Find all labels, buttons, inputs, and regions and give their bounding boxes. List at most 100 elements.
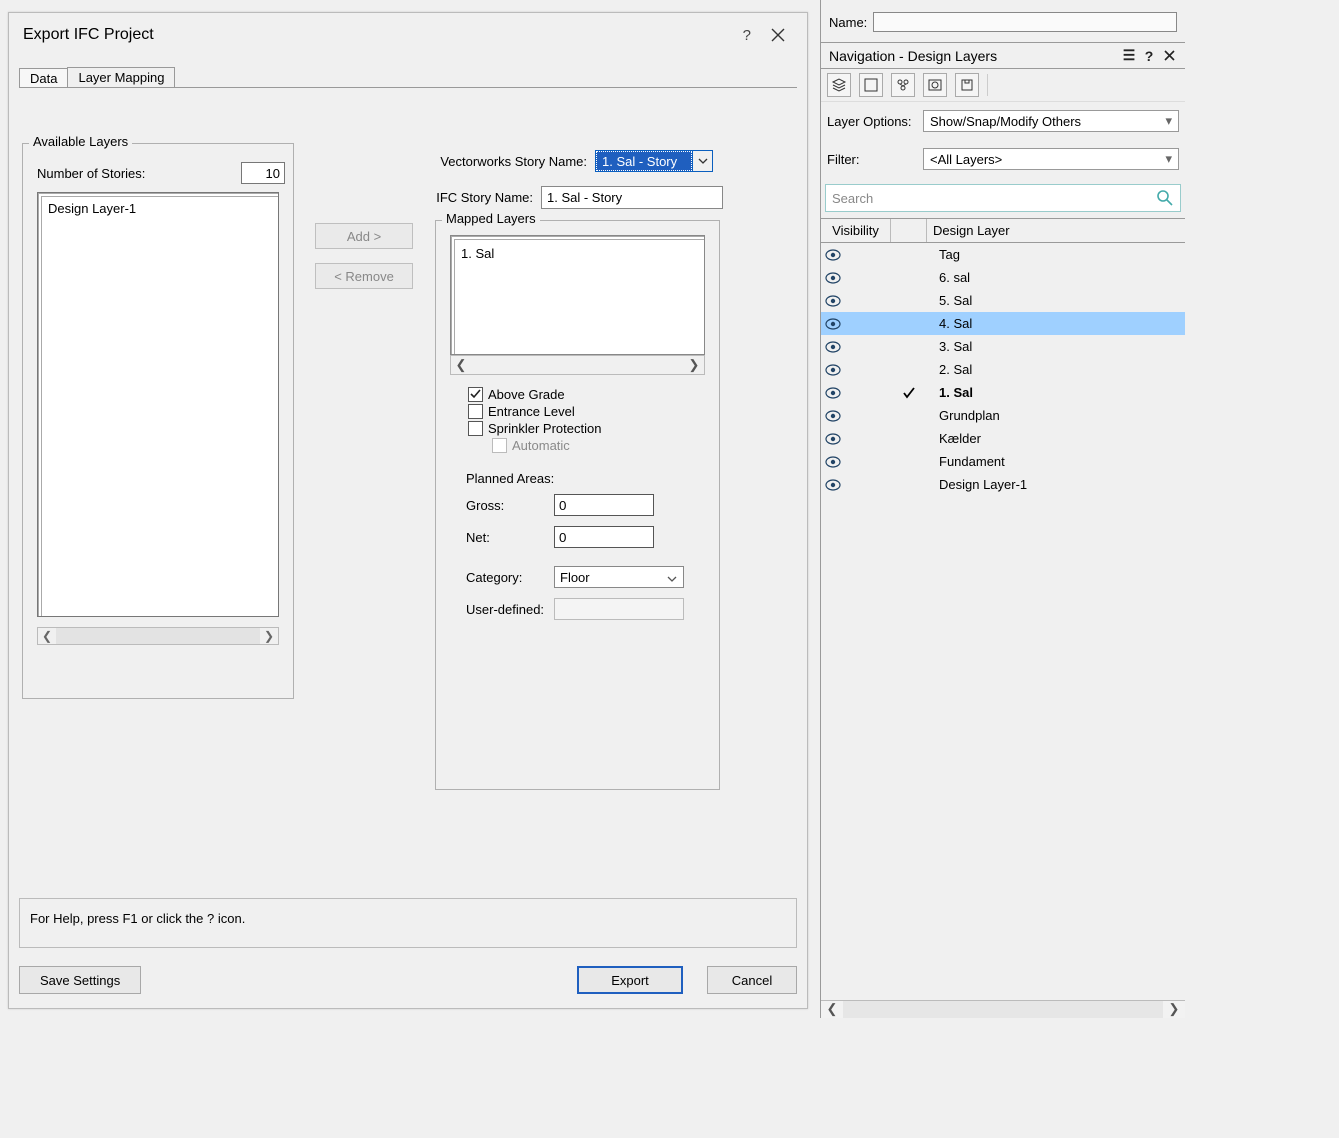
visibility-toggle[interactable]	[821, 433, 845, 445]
layer-rows: Tag 6. sal 5. Sal 4. Sal3. Sal2. Sal1. SalG…	[821, 243, 1185, 496]
table-row[interactable]: 6. sal	[821, 266, 1185, 289]
classes-icon[interactable]	[891, 73, 915, 97]
vw-story-name-value: 1. Sal - Story	[596, 151, 692, 171]
scroll-left-icon[interactable]: ❮	[38, 629, 56, 643]
scroll-right-icon[interactable]: ❯	[684, 357, 704, 373]
visibility-toggle[interactable]	[821, 456, 845, 468]
close-icon[interactable]	[1161, 48, 1177, 64]
dialog-title: Export IFC Project	[23, 26, 733, 44]
help-icon[interactable]: ?	[1141, 48, 1157, 64]
scroll-track[interactable]	[843, 1001, 1163, 1018]
navigation-palette-title: Navigation - Design Layers ☰ ?	[821, 43, 1185, 69]
tab-data[interactable]: Data	[19, 68, 68, 88]
visibility-toggle[interactable]	[821, 341, 845, 353]
mapped-layers-hscroll[interactable]: ❮ ❯	[450, 355, 705, 375]
palette-toolbar	[821, 69, 1185, 102]
sprinkler-protection-checkbox[interactable]	[468, 421, 483, 436]
palette-title-text: Navigation - Design Layers	[829, 48, 1117, 64]
filter-value: <All Layers>	[930, 152, 1002, 167]
entrance-level-checkbox[interactable]	[468, 404, 483, 419]
layer-name: Design Layer-1	[927, 477, 1185, 492]
col-design-layer[interactable]: Design Layer	[927, 219, 1185, 242]
vw-story-name-dropdown[interactable]: 1. Sal - Story	[595, 150, 713, 172]
list-item[interactable]: 1. Sal	[455, 240, 704, 267]
viewports-icon[interactable]	[923, 73, 947, 97]
scroll-left-icon[interactable]: ❮	[451, 357, 471, 373]
export-ifc-dialog: Export IFC Project ? Data Layer Mapping …	[8, 12, 808, 1009]
planned-areas-label: Planned Areas:	[466, 471, 719, 486]
vw-story-name-label: Vectorworks Story Name:	[419, 154, 587, 169]
layer-name: Kælder	[927, 431, 1185, 446]
available-layers-legend: Available Layers	[29, 134, 132, 149]
remove-button[interactable]: < Remove	[315, 263, 413, 289]
category-dropdown[interactable]: Floor	[554, 566, 684, 588]
add-button[interactable]: Add >	[315, 223, 413, 249]
table-row[interactable]: 5. Sal	[821, 289, 1185, 312]
scroll-right-icon[interactable]: ❯	[260, 629, 278, 643]
sheet-layers-icon[interactable]	[859, 73, 883, 97]
layer-name: 6. sal	[927, 270, 1185, 285]
number-of-stories-input[interactable]	[241, 162, 285, 184]
search-placeholder: Search	[832, 191, 873, 206]
available-layers-hscroll[interactable]: ❮ ❯	[37, 627, 279, 645]
above-grade-label: Above Grade	[488, 387, 565, 402]
layer-name: 5. Sal	[927, 293, 1185, 308]
search-input[interactable]: Search	[825, 184, 1181, 212]
tab-layer-mapping[interactable]: Layer Mapping	[67, 67, 175, 88]
name-input[interactable]	[873, 12, 1177, 32]
table-row[interactable]: 1. Sal	[821, 381, 1185, 404]
available-layers-list[interactable]: Design Layer-1	[37, 192, 279, 617]
chevron-down-icon[interactable]	[692, 151, 712, 171]
mapped-layers-legend: Mapped Layers	[442, 211, 540, 226]
panel-hscroll[interactable]: ❮ ❯	[821, 1000, 1185, 1018]
mapped-layers-list[interactable]: 1. Sal	[450, 235, 705, 355]
table-row[interactable]: 2. Sal	[821, 358, 1185, 381]
table-row[interactable]: Tag	[821, 243, 1185, 266]
net-input[interactable]	[554, 526, 654, 548]
close-icon[interactable]	[761, 22, 795, 48]
visibility-toggle[interactable]	[821, 364, 845, 376]
mapped-layers-group: Mapped Layers 1. Sal ❮ ❯ Above Grade Ent…	[435, 220, 720, 790]
dialog-help-button[interactable]: ?	[733, 21, 761, 50]
col-visibility[interactable]: Visibility	[821, 219, 891, 242]
scroll-right-icon[interactable]: ❯	[1163, 1001, 1185, 1018]
table-row[interactable]: Design Layer-1	[821, 473, 1185, 496]
above-grade-checkbox[interactable]	[468, 387, 483, 402]
saved-views-icon[interactable]	[955, 73, 979, 97]
layer-name: Fundament	[927, 454, 1185, 469]
table-row[interactable]: Kælder	[821, 427, 1185, 450]
visibility-toggle[interactable]	[821, 272, 845, 284]
visibility-toggle[interactable]	[821, 479, 845, 491]
filter-dropdown[interactable]: <All Layers> ▾	[923, 148, 1179, 170]
visibility-toggle[interactable]	[821, 249, 845, 261]
table-row[interactable]: 4. Sal	[821, 312, 1185, 335]
ifc-story-name-input[interactable]	[541, 186, 723, 209]
layer-options-label: Layer Options:	[827, 114, 923, 129]
dialog-footer: Save Settings Export Cancel	[19, 966, 797, 994]
table-row[interactable]: Fundament	[821, 450, 1185, 473]
category-label: Category:	[466, 570, 554, 585]
visibility-toggle[interactable]	[821, 410, 845, 422]
save-settings-button[interactable]: Save Settings	[19, 966, 141, 994]
active-indicator	[891, 387, 927, 399]
gross-label: Gross:	[466, 498, 554, 513]
menu-icon[interactable]: ☰	[1121, 47, 1137, 64]
table-row[interactable]: 3. Sal	[821, 335, 1185, 358]
visibility-toggle[interactable]	[821, 387, 845, 399]
list-item[interactable]: Design Layer-1	[42, 197, 278, 220]
layer-options-dropdown[interactable]: Show/Snap/Modify Others ▾	[923, 110, 1179, 132]
visibility-toggle[interactable]	[821, 318, 845, 330]
chevron-down-icon: ▾	[1165, 113, 1172, 129]
table-row[interactable]: Grundplan	[821, 404, 1185, 427]
gross-input[interactable]	[554, 494, 654, 516]
col-blank[interactable]	[891, 219, 927, 242]
visibility-toggle[interactable]	[821, 295, 845, 307]
cancel-button[interactable]: Cancel	[707, 966, 797, 994]
layers-icon[interactable]	[827, 73, 851, 97]
sprinkler-protection-label: Sprinkler Protection	[488, 421, 601, 436]
export-button[interactable]: Export	[577, 966, 683, 994]
scroll-track[interactable]	[56, 628, 260, 644]
entrance-level-label: Entrance Level	[488, 404, 575, 419]
scroll-left-icon[interactable]: ❮	[821, 1001, 843, 1018]
category-value: Floor	[560, 570, 590, 585]
